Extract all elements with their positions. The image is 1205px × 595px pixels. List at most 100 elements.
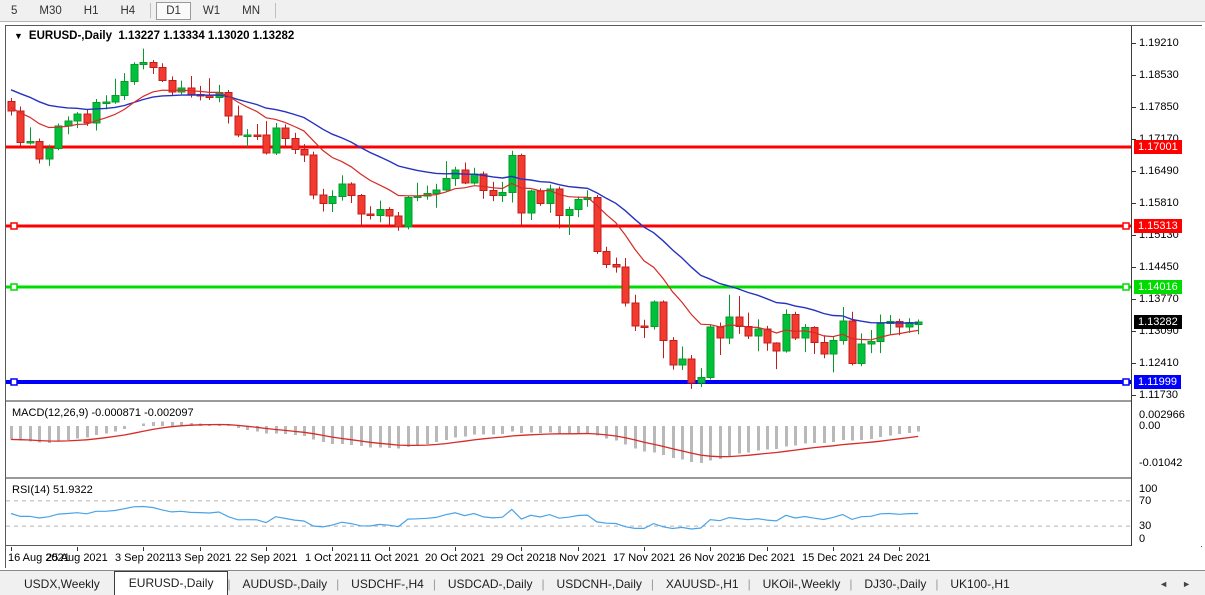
price-tick-label: 1.19210 bbox=[1139, 37, 1179, 49]
candle bbox=[659, 301, 668, 341]
candle bbox=[111, 95, 120, 103]
date-label: 8 Nov 2021 bbox=[550, 552, 607, 564]
candle bbox=[376, 209, 385, 217]
macd-axis-label: -0.01042 bbox=[1139, 457, 1183, 469]
price-tick-label: 1.15810 bbox=[1139, 197, 1179, 209]
date-tick-mark bbox=[644, 547, 645, 551]
candle bbox=[102, 101, 111, 104]
candle bbox=[120, 81, 129, 97]
chart-tab-usdchf-h4[interactable]: USDCHF-,H4 bbox=[336, 574, 436, 595]
timeframe-button-w1[interactable]: W1 bbox=[193, 2, 230, 20]
chart-tab-eurusd-daily[interactable]: EURUSD-,Daily bbox=[113, 571, 229, 595]
price-tick-label: 1.11730 bbox=[1139, 389, 1178, 401]
chart-ohlc-values: 1.13227 1.13334 1.13020 1.13282 bbox=[118, 30, 295, 42]
candle bbox=[366, 213, 375, 217]
tab-scroll-controls: ◄ ► bbox=[1159, 579, 1205, 595]
candle bbox=[73, 113, 82, 122]
candle bbox=[829, 339, 838, 355]
candle bbox=[820, 341, 829, 355]
chart-tab-usdcad-daily[interactable]: USDCAD-,Daily bbox=[433, 574, 545, 595]
candle bbox=[319, 194, 328, 204]
date-tick-mark bbox=[11, 547, 12, 551]
candle bbox=[243, 134, 252, 137]
date-label: 24 Dec 2021 bbox=[868, 552, 931, 564]
chart-tab-xauusd-h1[interactable]: XAUUSD-,H1 bbox=[651, 574, 751, 595]
timeframe-button-5[interactable]: 5 bbox=[1, 2, 27, 20]
chart-tab-audusd-daily[interactable]: AUDUSD-,Daily bbox=[227, 574, 339, 595]
candle bbox=[631, 302, 640, 327]
chart-tab-dj30-daily[interactable]: DJ30-,Daily bbox=[849, 574, 938, 595]
candle bbox=[253, 134, 262, 137]
candle bbox=[139, 61, 148, 66]
chart-tab-usdx-weekly[interactable]: USDX,Weekly bbox=[12, 574, 112, 595]
current-price-flag: 1.13282 bbox=[1134, 315, 1182, 329]
date-tick-mark bbox=[767, 547, 768, 551]
date-label: 26 Nov 2021 bbox=[679, 552, 742, 564]
price-tick-mark bbox=[1132, 107, 1136, 108]
price-tick-mark bbox=[1132, 363, 1136, 364]
date-tick-mark bbox=[77, 547, 78, 551]
candle bbox=[574, 199, 583, 211]
date-label: 29 Oct 2021 bbox=[491, 552, 551, 564]
price-tick-mark bbox=[1132, 171, 1136, 172]
candle bbox=[687, 358, 696, 384]
toolbar-separator bbox=[275, 3, 277, 18]
tabs-scroll-left-icon[interactable]: ◄ bbox=[1159, 579, 1168, 589]
chart-tab-ukoil-weekly[interactable]: UKOil-,Weekly bbox=[748, 574, 853, 595]
date-label: 17 Nov 2021 bbox=[613, 552, 676, 564]
date-label: 13 Sep 2021 bbox=[169, 552, 232, 564]
date-tick-mark bbox=[332, 547, 333, 551]
price-tick-label: 1.14450 bbox=[1139, 261, 1179, 273]
candle bbox=[839, 320, 848, 341]
rsi-axis-label: 70 bbox=[1139, 495, 1152, 507]
candle bbox=[262, 134, 271, 154]
candle bbox=[394, 215, 403, 228]
time-axis[interactable]: 16 Aug 2021 25 Aug 2021 3 Sep 2021 13 Sep 2… bbox=[6, 547, 1202, 569]
candle bbox=[404, 196, 413, 228]
candle bbox=[857, 343, 866, 364]
candle bbox=[706, 326, 715, 379]
price-tick-mark bbox=[1132, 235, 1136, 236]
price-tick-mark bbox=[1132, 331, 1136, 332]
toolbar-separator bbox=[150, 3, 152, 18]
candle bbox=[26, 140, 35, 144]
date-label: 11 Oct 2021 bbox=[360, 552, 420, 564]
date-label: 3 Sep 2021 bbox=[115, 552, 172, 564]
candle bbox=[149, 61, 158, 68]
timeframe-button-d1[interactable]: D1 bbox=[156, 1, 191, 20]
candle bbox=[357, 194, 366, 215]
date-tick-mark bbox=[833, 547, 834, 551]
timeframe-button-h1[interactable]: H1 bbox=[74, 2, 109, 20]
candle bbox=[272, 127, 281, 154]
candle bbox=[291, 138, 300, 150]
candle bbox=[612, 264, 621, 268]
candle bbox=[754, 328, 763, 337]
timeframe-button-h4[interactable]: H4 bbox=[110, 2, 145, 20]
timeframe-button-mn[interactable]: MN bbox=[232, 2, 270, 20]
candle bbox=[640, 325, 649, 328]
candle bbox=[45, 147, 54, 160]
price-axis[interactable]: 1.19210 1.18530 1.17850 1.17170 1.16490 1.158… bbox=[1131, 26, 1202, 546]
date-tick-mark bbox=[899, 547, 900, 551]
chart-tab-usdcnh-daily[interactable]: USDCNH-,Daily bbox=[542, 574, 654, 595]
macd-pane[interactable]: MACD(12,26,9) -0.000871 -0.002097 bbox=[6, 404, 1131, 479]
timeframe-toolbar: 5 M30 H1 H4 D1 W1 MN bbox=[0, 0, 1205, 22]
timeframe-button-m30[interactable]: M30 bbox=[29, 2, 71, 20]
price-tick-label: 1.13770 bbox=[1139, 293, 1179, 305]
tabs-scroll-right-icon[interactable]: ► bbox=[1182, 579, 1191, 589]
chart-symbol-label: EURUSD-,Daily bbox=[28, 30, 112, 42]
price-tick-mark bbox=[1132, 395, 1136, 396]
main-chart-pane[interactable]: ▼ EURUSD-,Daily 1.13227 1.13334 1.13020 1… bbox=[6, 26, 1131, 402]
candlestick-chart[interactable] bbox=[6, 26, 1131, 400]
price-tick-mark bbox=[1132, 267, 1136, 268]
chart-dropdown-icon[interactable]: ▼ bbox=[14, 31, 23, 41]
rsi-pane[interactable]: RSI(14) 51.9322 bbox=[6, 481, 1131, 546]
candle bbox=[678, 358, 687, 366]
candle bbox=[621, 266, 630, 304]
chart-tab-bar: USDX,WeeklyEURUSD-,DailyAUDUSD-,DailyUSD… bbox=[0, 570, 1205, 595]
chart-window: ▼ EURUSD-,Daily 1.13227 1.13334 1.13020 1… bbox=[5, 25, 1202, 569]
candle bbox=[555, 188, 564, 217]
price-flag-1.17001: 1.17001 bbox=[1134, 140, 1182, 154]
price-tick-label: 1.18530 bbox=[1139, 69, 1179, 81]
chart-tab-uk100-h1[interactable]: UK100-,H1 bbox=[935, 574, 1021, 595]
